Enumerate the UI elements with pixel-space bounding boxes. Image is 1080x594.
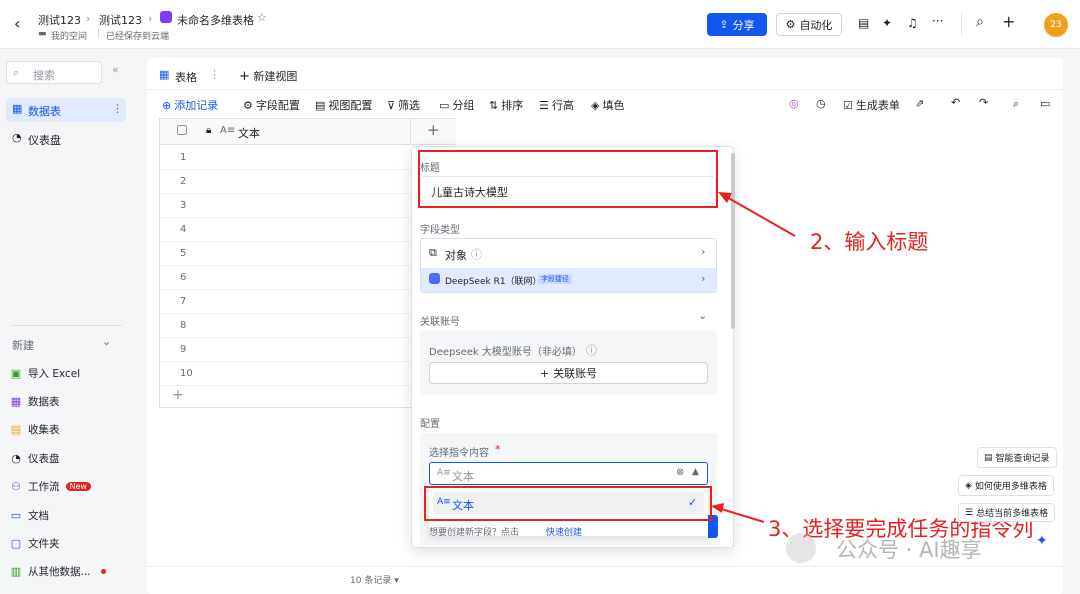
summary-button[interactable]: ☰ 总结当前多维表格 (958, 503, 1056, 522)
smart-query-button[interactable]: ▤ 智能查询记录 (977, 447, 1057, 468)
summary-icon: ☰ (965, 507, 974, 518)
arrowhead-step2 (718, 192, 732, 203)
arrowhead-step3 (711, 503, 724, 513)
arrow-step3 (717, 507, 765, 523)
how-to-use-button[interactable]: ◈ 如何使用多维表格 (958, 475, 1054, 496)
book-icon: ◈ (965, 480, 972, 491)
ai-assistant-icon[interactable]: ✦ (1036, 533, 1048, 549)
annotation-arrows (711, 192, 796, 523)
annotation-step2: 2、输入标题 (810, 230, 929, 254)
wechat-logo-icon (786, 533, 816, 563)
query-icon: ▤ (984, 452, 993, 463)
watermark: 公众号 · AI趣享 (836, 538, 982, 562)
arrow-step2 (724, 195, 796, 237)
